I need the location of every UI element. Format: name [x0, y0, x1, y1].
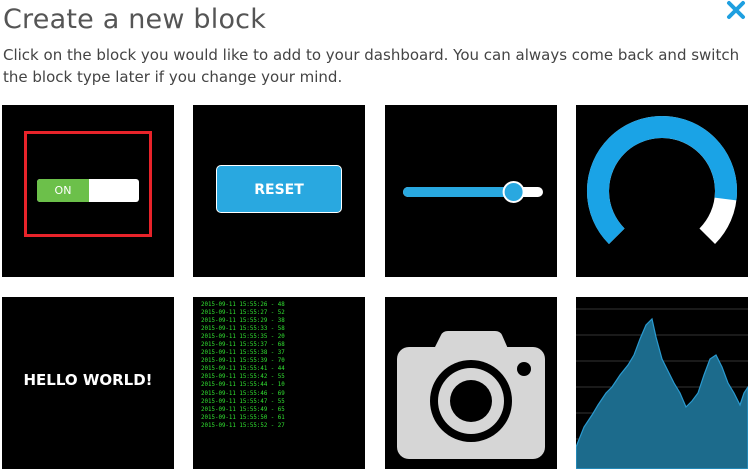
terminal-line: 2015-09-11 15:55:35 - 20 [201, 334, 285, 341]
close-icon[interactable] [726, 0, 746, 20]
block-option-text[interactable]: HELLO WORLD! [2, 297, 174, 469]
text-preview: HELLO WORLD! [23, 371, 153, 389]
terminal-line: 2015-09-11 15:55:47 - 55 [201, 398, 285, 405]
switch-on-label: ON [37, 179, 89, 202]
terminal-line: 2015-09-11 15:55:46 - 69 [201, 390, 285, 397]
reset-button-preview: RESET [216, 165, 342, 213]
terminal-line: 2015-09-11 15:55:27 - 52 [201, 310, 285, 317]
terminal-line: 2015-09-11 15:55:38 - 37 [201, 350, 285, 357]
terminal-line: 2015-09-11 15:55:44 - 10 [201, 382, 285, 389]
slider-knob [502, 181, 525, 203]
terminal-preview: 2015-09-11 15:55:26 - 48 2015-09-11 15:55… [201, 301, 285, 430]
terminal-line: 2015-09-11 15:55:33 - 58 [201, 326, 285, 333]
terminal-line: 2015-09-11 15:55:50 - 61 [201, 414, 285, 421]
block-option-slider[interactable] [385, 105, 557, 277]
gauge-preview [587, 116, 737, 245]
switch-preview: ON [37, 179, 139, 202]
terminal-line: 2015-09-11 15:55:37 - 68 [201, 342, 285, 349]
terminal-line: 2015-09-11 15:55:26 - 48 [201, 302, 285, 308]
block-option-button[interactable]: RESET [193, 105, 365, 277]
block-option-image[interactable] [385, 297, 557, 469]
dialog-title: Create a new block [3, 4, 267, 35]
slider-fill [403, 187, 514, 197]
terminal-line: 2015-09-11 15:55:52 - 27 [201, 422, 285, 429]
terminal-line: 2015-09-11 15:55:49 - 65 [201, 406, 285, 413]
slider-preview [403, 181, 543, 203]
block-option-terminal[interactable]: 2015-09-11 15:55:26 - 48 2015-09-11 15:55… [193, 297, 365, 469]
block-option-switch[interactable]: ON [2, 105, 174, 277]
terminal-line: 2015-09-11 15:55:29 - 38 [201, 318, 285, 325]
dialog-description: Click on the block you would like to add… [3, 46, 740, 86]
chart-area [576, 317, 748, 469]
terminal-line: 2015-09-11 15:55:41 - 44 [201, 366, 285, 373]
area-chart-icon [576, 308, 748, 469]
terminal-line: 2015-09-11 15:55:42 - 55 [201, 374, 285, 381]
camera-icon [397, 331, 545, 459]
block-option-gauge[interactable] [576, 105, 748, 277]
block-option-chart[interactable] [576, 297, 748, 469]
terminal-line: 2015-09-11 15:55:39 - 70 [201, 358, 285, 365]
create-block-dialog: Create a new block Click on the block yo… [0, 0, 750, 472]
